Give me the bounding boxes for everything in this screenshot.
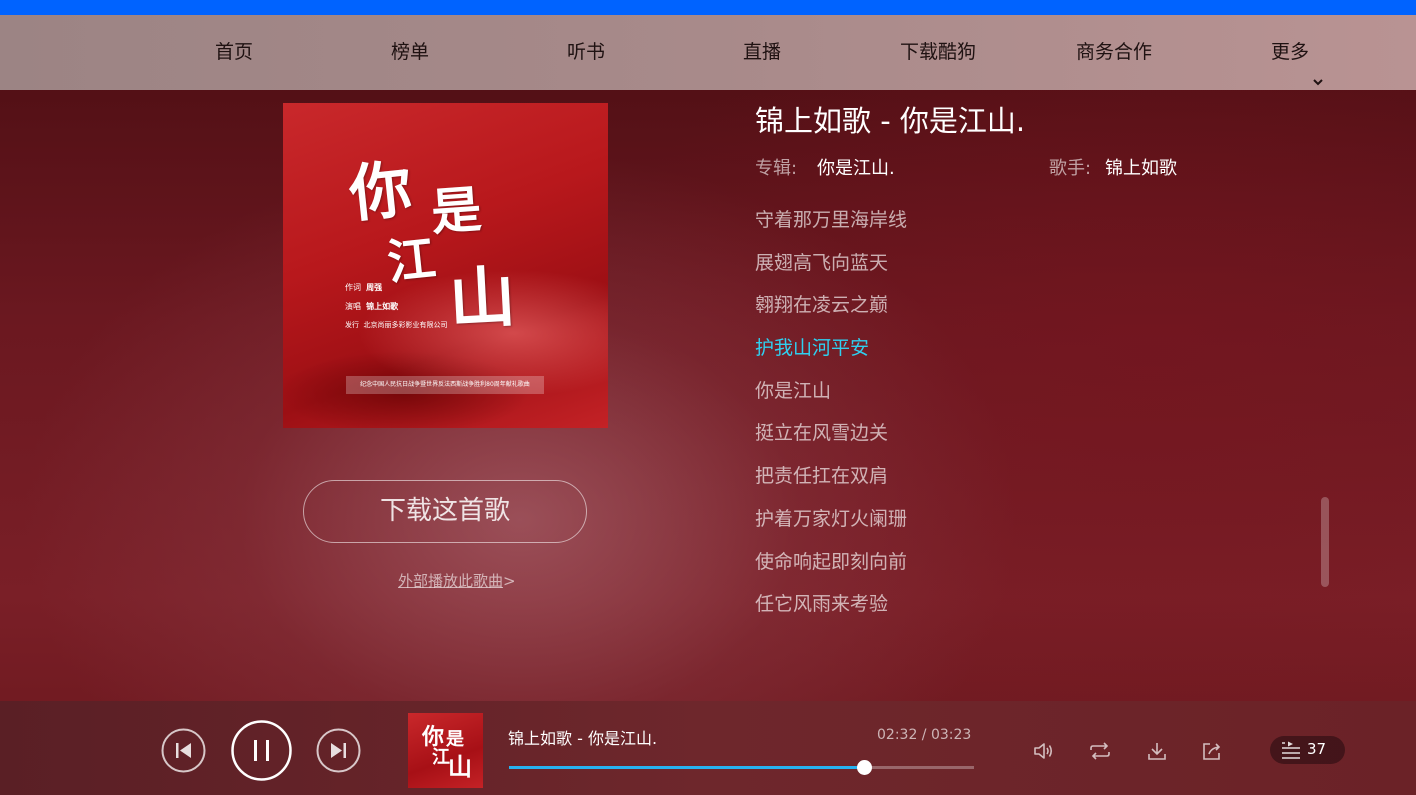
now-playing-title: 锦上如歌 - 你是江山. — [508, 729, 658, 748]
lyric-line: 挺立在风雪边关 — [755, 422, 889, 445]
progress-bar[interactable] — [509, 760, 974, 775]
lyric-line: 你是江山 — [755, 379, 832, 402]
nav-item-business[interactable]: 商务合作 — [1054, 15, 1174, 90]
next-button[interactable] — [316, 728, 361, 773]
lyric-line-active: 护我山河平安 — [755, 337, 870, 360]
lyrics-scrollbar[interactable] — [1321, 497, 1329, 587]
playlist-count: 37 — [1307, 740, 1327, 758]
cover-credit: 演唱 锦上如歌 — [345, 302, 399, 311]
top-accent-strip — [0, 0, 1416, 15]
cover-banner: 纪念中国人民抗日战争暨世界反法西斯战争胜利80周年献礼歌曲 — [346, 376, 544, 394]
nav-item-live[interactable]: 直播 — [702, 15, 822, 90]
lyric-line: 使命响起即刻向前 — [755, 550, 908, 573]
previous-icon — [161, 728, 206, 773]
playlist-button[interactable]: 37 — [1270, 736, 1345, 764]
cover-credit: 作词 周强 — [345, 283, 383, 292]
volume-icon — [1034, 743, 1053, 759]
singer-name[interactable]: 锦上如歌 — [1105, 154, 1177, 180]
song-title: 锦上如歌 - 你是江山. — [755, 104, 1026, 138]
nav-item-download-app[interactable]: 下载酷狗 — [878, 15, 998, 90]
lyric-line: 翱翔在凌云之巅 — [755, 294, 889, 317]
download-icon — [1148, 743, 1166, 760]
playback-time: 02:32 / 03:23 — [877, 727, 972, 743]
cover-title-char: 是 — [429, 179, 484, 242]
lyric-line: 护着万家灯火阑珊 — [755, 507, 908, 530]
next-icon — [316, 728, 361, 773]
mini-cover-char: 山 — [448, 752, 472, 781]
download-song-button[interactable]: 下载这首歌 — [303, 480, 587, 543]
cover-title-char: 山 — [447, 257, 518, 339]
singer-label: 歌手: — [1049, 158, 1092, 179]
now-playing-cover[interactable]: 你 是 江 山 — [408, 713, 483, 788]
nav-item-audiobooks[interactable]: 听书 — [526, 15, 646, 90]
lyrics-panel: 守着那万里海岸线 展翅高飞向蓝天 翱翔在凌云之巅 护我山河平安 你是江山挺立在风雪边关把… — [755, 205, 1255, 632]
volume-button[interactable] — [1031, 739, 1055, 763]
pause-icon — [231, 720, 292, 781]
nav-item-home[interactable]: 首页 — [174, 15, 294, 90]
external-play-link[interactable]: 外部播放此歌曲> — [398, 570, 516, 591]
share-icon — [1203, 743, 1221, 760]
cover-title-char: 江 — [384, 230, 439, 292]
lyric-line: 任它风雨来考验 — [755, 593, 889, 616]
top-nav: 首页 榜单 听书 直播 下载酷狗 商务合作 更多 — [0, 15, 1416, 90]
cover-title-char: 你 — [345, 151, 416, 232]
album-label: 专辑: — [755, 158, 798, 179]
progress-fill — [509, 766, 865, 769]
lyric-line: 展翅高飞向蓝天 — [755, 251, 889, 274]
nav-item-more[interactable]: 更多 — [1238, 15, 1358, 90]
previous-button[interactable] — [161, 728, 206, 773]
nav-more-label: 更多 — [1270, 41, 1309, 63]
pause-button[interactable] — [231, 720, 292, 781]
lyric-line: 把责任扛在双肩 — [755, 465, 889, 488]
repeat-button[interactable] — [1088, 739, 1112, 763]
album-name[interactable]: 你是江山. — [817, 154, 895, 180]
chevron-down-icon — [1311, 46, 1325, 85]
progress-knob[interactable] — [857, 760, 873, 775]
repeat-icon — [1090, 742, 1110, 760]
player-bar: 你 是 江 山 锦上如歌 - 你是江山. 02:32 / 03:23 37 — [0, 701, 1416, 795]
album-cover: 你 是 江 山 作词 周强 演唱 锦上如歌 发行 北京尚丽多彩影业有限公司 纪念… — [283, 103, 608, 428]
download-button[interactable] — [1145, 739, 1169, 763]
share-button[interactable] — [1200, 739, 1224, 763]
nav-item-charts[interactable]: 榜单 — [350, 15, 470, 90]
cover-credit: 发行 北京尚丽多彩影业有限公司 — [345, 321, 448, 329]
lyric-line: 守着那万里海岸线 — [755, 209, 908, 231]
playlist-icon — [1282, 741, 1300, 759]
